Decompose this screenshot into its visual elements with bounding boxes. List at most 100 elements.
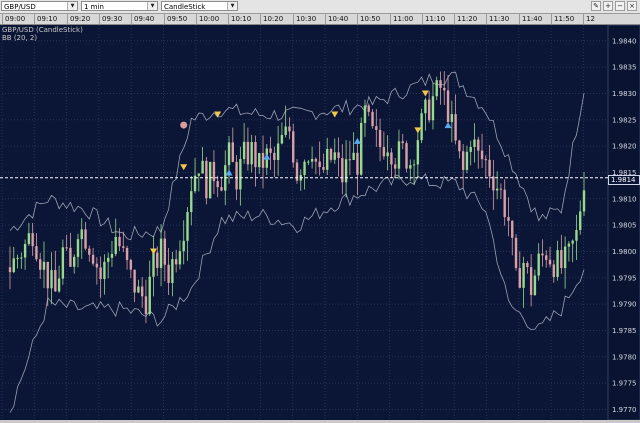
candle-body [375, 126, 378, 130]
time-label: 10:40 [325, 14, 348, 24]
chart-type-select[interactable]: CandleStick ▼ [161, 1, 238, 11]
zoom-in-icon[interactable]: + [603, 1, 613, 11]
candle-body [446, 90, 450, 122]
candle-body [329, 148, 333, 160]
candle-body [461, 151, 465, 170]
candle-body [144, 296, 148, 315]
price-tick-label: 1.9835 [612, 64, 637, 72]
candle-body [458, 140, 461, 152]
time-label: 11:20 [454, 14, 477, 24]
candle-body [435, 80, 438, 97]
price-tick-label: 1.9805 [612, 222, 637, 230]
candle-body [69, 247, 72, 267]
chevron-down-icon[interactable]: ▼ [67, 2, 77, 10]
interval-select[interactable]: 1 min ▼ [81, 1, 158, 11]
price-tick-label: 1.9795 [612, 274, 637, 282]
candle-body [507, 217, 510, 221]
candle-body [118, 236, 121, 247]
candle-body [503, 189, 506, 218]
candle-body [450, 114, 454, 122]
candle-body [579, 211, 582, 230]
candle-body [401, 141, 404, 144]
candle-body [227, 142, 231, 166]
candle-body [390, 152, 393, 165]
candle-body [431, 96, 435, 121]
candle-body [359, 122, 363, 175]
candle-body [80, 229, 83, 240]
zoom-out-icon[interactable]: − [615, 1, 625, 11]
candle-body [582, 190, 586, 212]
candle-body [288, 126, 291, 132]
candle-body [314, 158, 318, 162]
candle-body [378, 129, 382, 148]
candle-body [261, 152, 265, 168]
candle-body [333, 152, 336, 160]
price-tick-label: 1.9825 [612, 116, 637, 124]
candle-body [54, 270, 57, 292]
candle-body [39, 259, 42, 270]
candle-body [412, 164, 416, 166]
time-label: 12 [583, 14, 595, 24]
interval-select-value: 1 min [84, 3, 104, 11]
candle-body [159, 238, 163, 268]
time-label: 09:40 [131, 14, 154, 24]
candle-body [397, 141, 401, 169]
candle-body [303, 161, 306, 176]
candle-body [545, 255, 548, 260]
candle-body [276, 143, 280, 160]
candle-body [480, 150, 484, 160]
time-label: 11:30 [486, 14, 509, 24]
candle-body [405, 143, 408, 169]
time-label: 11:40 [519, 14, 542, 24]
candle-body [50, 270, 53, 289]
pencil-icon[interactable]: ✎ [591, 1, 601, 11]
candle-body [212, 161, 216, 182]
candle-body [273, 152, 276, 160]
time-label: 10:00 [196, 14, 219, 24]
candle-body [216, 181, 219, 188]
time-label: 10:20 [260, 14, 283, 24]
candle-body [254, 142, 257, 168]
time-label: 10:50 [357, 14, 380, 24]
candle-body [114, 236, 117, 254]
candle-body [511, 220, 514, 238]
candle-body [106, 257, 110, 262]
candle-body [548, 259, 552, 265]
candle-body [292, 131, 295, 163]
price-tick-label: 1.9785 [612, 327, 637, 335]
candle-body [371, 111, 374, 127]
candle-body [352, 152, 355, 160]
symbol-select[interactable]: GBP/USD ▼ [1, 1, 78, 11]
candle-body [492, 176, 495, 191]
time-label: 10:30 [293, 14, 316, 24]
candle-body [348, 159, 352, 161]
candle-body [8, 267, 12, 273]
time-label: 11:00 [390, 14, 413, 24]
time-label: 09:20 [67, 14, 90, 24]
candle-body [341, 158, 344, 183]
close-icon[interactable]: × [627, 1, 637, 11]
candle-body [563, 246, 567, 269]
candle-body [246, 141, 250, 165]
candle-body [567, 243, 571, 247]
candle-body [318, 161, 321, 167]
candle-body [72, 256, 76, 267]
price-tick-label: 1.9830 [612, 90, 637, 98]
candle-body [556, 250, 559, 277]
candle-body [307, 161, 310, 163]
candle-body [235, 161, 238, 190]
candle-body [88, 248, 91, 255]
chevron-down-icon[interactable]: ▼ [227, 2, 237, 10]
candle-body [367, 105, 370, 112]
candle-body [424, 99, 427, 114]
candle-body [61, 247, 65, 279]
candle-body [174, 259, 178, 265]
candle-body [190, 191, 193, 213]
candle-body [533, 275, 537, 295]
current-price-label: 1.9814 [608, 175, 640, 185]
candle-body [495, 188, 499, 191]
price-chart[interactable]: 1.98401.98351.98301.98251.98201.98151.98… [0, 25, 640, 420]
candle-body [242, 141, 246, 160]
candle-body [514, 237, 518, 269]
chevron-down-icon[interactable]: ▼ [147, 2, 157, 10]
